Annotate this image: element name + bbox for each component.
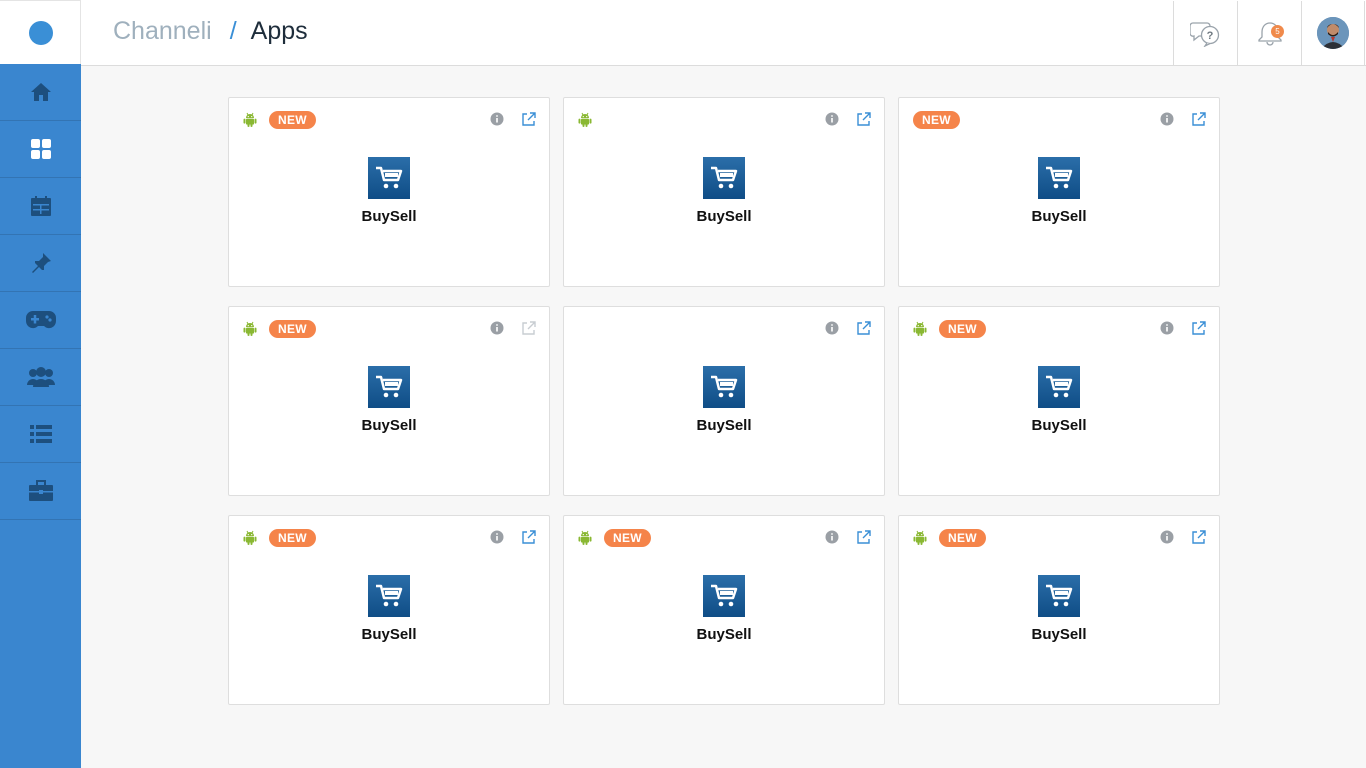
app-card[interactable]: BuySell <box>563 306 885 496</box>
sidebar-item-pinned[interactable] <box>0 235 81 292</box>
briefcase-icon <box>28 480 53 501</box>
android-icon <box>578 112 592 127</box>
sidebar <box>0 64 81 768</box>
info-icon[interactable] <box>1160 321 1174 335</box>
android-icon <box>578 530 592 545</box>
app-logo[interactable] <box>1038 575 1080 617</box>
app-card[interactable]: NEW BuySell <box>563 515 885 705</box>
info-icon[interactable] <box>1160 530 1174 544</box>
app-logo[interactable] <box>1038 157 1080 199</box>
shopping-cart-icon <box>1046 166 1073 189</box>
info-icon[interactable] <box>490 321 504 335</box>
external-link-icon[interactable] <box>521 112 536 127</box>
sidebar-item-games[interactable] <box>0 292 81 349</box>
new-badge: NEW <box>939 529 986 547</box>
shopping-cart-icon <box>376 166 403 189</box>
list-icon <box>29 425 52 443</box>
external-link-icon[interactable] <box>521 321 536 336</box>
app-logo[interactable] <box>368 366 410 408</box>
android-icon <box>243 530 257 545</box>
sidebar-item-calendar[interactable] <box>0 178 81 235</box>
logo[interactable] <box>0 0 81 65</box>
info-icon[interactable] <box>1160 112 1174 126</box>
app-name[interactable]: BuySell <box>564 417 884 434</box>
people-icon <box>26 367 55 387</box>
sidebar-item-apps[interactable] <box>0 121 81 178</box>
help-chat-button[interactable]: ? <box>1173 1 1237 65</box>
app-card[interactable]: NEW BuySell <box>228 515 550 705</box>
app-name[interactable]: BuySell <box>899 417 1219 434</box>
shopping-cart-icon <box>376 584 403 607</box>
home-icon <box>30 83 51 101</box>
breadcrumb-root[interactable]: Channeli <box>113 17 212 45</box>
app-card[interactable]: BuySell <box>563 97 885 287</box>
app-name[interactable]: BuySell <box>229 208 549 225</box>
help-chat-icon: ? <box>1189 22 1219 47</box>
app-name[interactable]: BuySell <box>564 208 884 225</box>
app-logo[interactable] <box>368 157 410 199</box>
svg-text:?: ? <box>1206 30 1213 42</box>
app-card[interactable]: NEW BuySell <box>228 97 550 287</box>
pin-icon <box>31 253 51 273</box>
external-link-icon[interactable] <box>521 530 536 545</box>
external-link-icon[interactable] <box>856 112 871 127</box>
external-link-icon[interactable] <box>1191 530 1206 545</box>
app-logo[interactable] <box>703 575 745 617</box>
app-logo[interactable] <box>368 575 410 617</box>
apps-grid-icon <box>30 139 51 159</box>
shopping-cart-icon <box>376 375 403 398</box>
shopping-cart-icon <box>711 375 738 398</box>
app-name[interactable]: BuySell <box>564 626 884 643</box>
user-menu-button[interactable] <box>1301 1 1365 65</box>
page-title: Apps <box>250 17 308 45</box>
top-header: Channeli / Apps ? 5 <box>0 0 1366 66</box>
external-link-icon[interactable] <box>1191 112 1206 127</box>
new-badge: NEW <box>269 529 316 547</box>
new-badge: NEW <box>269 111 316 129</box>
shopping-cart-icon <box>711 166 738 189</box>
shopping-cart-icon <box>1046 584 1073 607</box>
sidebar-item-list[interactable] <box>0 406 81 463</box>
sidebar-item-home[interactable] <box>0 64 81 121</box>
new-badge: NEW <box>939 320 986 338</box>
app-logo[interactable] <box>703 157 745 199</box>
calendar-icon <box>30 196 51 216</box>
sidebar-item-groups[interactable] <box>0 349 81 406</box>
info-icon[interactable] <box>825 112 839 126</box>
new-badge: NEW <box>269 320 316 338</box>
android-icon <box>913 530 927 545</box>
android-icon <box>243 112 257 127</box>
app-card[interactable]: NEW BuySell <box>898 306 1220 496</box>
new-badge: NEW <box>604 529 651 547</box>
logo-circle-icon <box>29 21 53 45</box>
android-icon <box>913 321 927 336</box>
app-name[interactable]: BuySell <box>899 626 1219 643</box>
breadcrumb-separator: / <box>229 17 237 45</box>
app-logo[interactable] <box>703 366 745 408</box>
info-icon[interactable] <box>490 112 504 126</box>
shopping-cart-icon <box>1046 375 1073 398</box>
app-name[interactable]: BuySell <box>229 417 549 434</box>
external-link-icon[interactable] <box>856 321 871 336</box>
app-name[interactable]: BuySell <box>899 208 1219 225</box>
external-link-icon[interactable] <box>1191 321 1206 336</box>
new-badge: NEW <box>913 111 960 129</box>
app-name[interactable]: BuySell <box>229 626 549 643</box>
app-logo[interactable] <box>1038 366 1080 408</box>
shopping-cart-icon <box>711 584 738 607</box>
app-card[interactable]: NEW BuySell <box>228 306 550 496</box>
gamepad-icon <box>25 311 56 329</box>
notification-count-badge: 5 <box>1271 25 1284 38</box>
android-icon <box>243 321 257 336</box>
breadcrumb: Channeli / Apps <box>113 16 308 46</box>
info-icon[interactable] <box>825 530 839 544</box>
avatar <box>1317 17 1349 49</box>
info-icon[interactable] <box>490 530 504 544</box>
app-card[interactable]: NEW BuySell <box>898 515 1220 705</box>
notifications-button[interactable]: 5 <box>1237 1 1301 65</box>
external-link-icon[interactable] <box>856 530 871 545</box>
info-icon[interactable] <box>825 321 839 335</box>
sidebar-item-work[interactable] <box>0 463 81 520</box>
app-card[interactable]: NEW BuySell <box>898 97 1220 287</box>
